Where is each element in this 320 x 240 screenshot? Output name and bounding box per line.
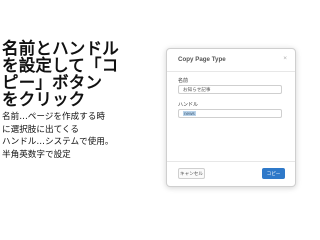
copy-button[interactable]: コピー	[262, 168, 285, 179]
headline-line: を設定して「コ	[2, 56, 119, 75]
note-line: に選択肢に出てくる	[2, 124, 79, 135]
name-field[interactable]: お知らせ記事	[178, 85, 282, 94]
dialog-footer: キャンセル コピー	[167, 161, 295, 186]
copy-page-type-dialog: Copy Page Type × 名前 お知らせ記事 ハンドル news キャン…	[166, 48, 296, 187]
headline-line: をクリック	[2, 90, 86, 109]
note-line: 半角英数字で設定	[2, 149, 71, 160]
dialog-header: Copy Page Type ×	[167, 49, 295, 72]
handle-label: ハンドル	[178, 102, 199, 108]
headline-line: ピー」ボタン	[2, 73, 103, 92]
close-icon[interactable]: ×	[283, 55, 287, 62]
dialog-title: Copy Page Type	[178, 56, 226, 63]
handle-field-value: news	[183, 111, 196, 117]
cancel-button[interactable]: キャンセル	[178, 168, 205, 179]
handle-field[interactable]: news	[178, 109, 282, 118]
note-line: ハンドル…システムで使用。	[2, 137, 114, 148]
instruction-notes: 名前…ページを作成する時 に選択肢に出てくる ハンドル…システムで使用。 半角英…	[2, 111, 162, 161]
note-line: 名前…ページを作成する時	[2, 112, 105, 122]
name-label: 名前	[178, 78, 189, 84]
instruction-panel: 名前とハンドル を設定して「コ ピー」ボタン をクリック 名前…ページを作成する…	[2, 40, 162, 161]
name-field-value: お知らせ記事	[183, 87, 211, 93]
instruction-headline: 名前とハンドル を設定して「コ ピー」ボタン をクリック	[2, 40, 162, 108]
headline-line: 名前とハンドル	[2, 39, 119, 58]
